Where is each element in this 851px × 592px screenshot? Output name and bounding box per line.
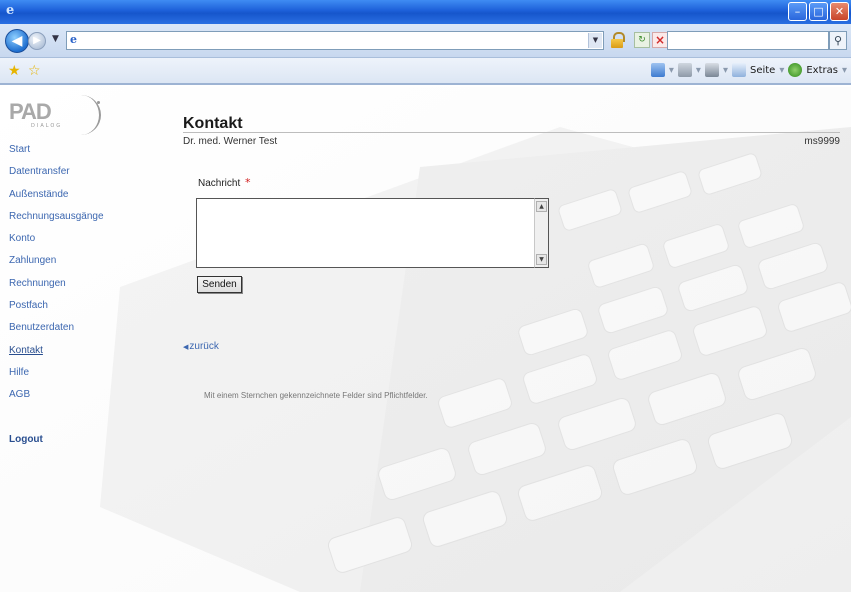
sidebar-item-konto[interactable]: Konto [9, 231, 104, 253]
logo-text: PAD [9, 99, 52, 124]
tools-menu-button[interactable]: Extras [806, 65, 838, 76]
refresh-icon[interactable]: ↻ [634, 32, 650, 48]
page-favicon-icon: e [70, 33, 77, 46]
sidebar-item-zahlungen[interactable]: Zahlungen [9, 253, 104, 275]
sidebar-item-benutzerdaten[interactable]: Benutzerdaten [9, 320, 104, 342]
feeds-icon[interactable] [677, 63, 692, 77]
home-dropdown-icon[interactable]: ▾ [669, 65, 674, 76]
page-menu-icon [731, 63, 746, 77]
home-icon[interactable] [650, 63, 665, 77]
lock-icon[interactable] [610, 32, 626, 48]
scroll-down-icon[interactable]: ▼ [536, 254, 547, 265]
window-titlebar: e – □ ✕ [0, 0, 851, 24]
pad-dialog-logo[interactable]: PAD DIALOG [9, 95, 109, 139]
feeds-dropdown-icon[interactable]: ▾ [696, 65, 701, 76]
message-textarea[interactable] [196, 198, 549, 268]
message-scrollbar[interactable]: ▲ ▼ [534, 198, 549, 268]
logo-dot-icon [97, 101, 100, 104]
message-label: Nachricht [198, 178, 241, 189]
print-icon[interactable] [704, 63, 719, 77]
tools-gear-icon [788, 63, 803, 77]
minimize-icon[interactable]: – [788, 2, 807, 21]
user-id: ms9999 [804, 136, 840, 147]
address-dropdown-icon[interactable]: ▼ [588, 33, 602, 48]
sidebar-item-hilfe[interactable]: Hilfe [9, 365, 104, 387]
sidebar-item-kontakt[interactable]: Kontakt [9, 343, 104, 365]
sidebar-item-start[interactable]: Start [9, 142, 104, 164]
required-fields-note: Mit einem Sternchen gekennzeichnete Feld… [204, 391, 428, 400]
ie-logo-icon: e [6, 3, 15, 18]
doctor-name: Dr. med. Werner Test [183, 136, 278, 147]
back-arrow-icon: ◀ [183, 344, 189, 351]
history-dropdown-icon[interactable]: ▼ [52, 34, 59, 44]
command-bar: ★ ☆ ▾ ▾ ▾ Seite ▾ Extras ▾ [0, 58, 851, 85]
page-menu-button[interactable]: Seite [750, 65, 775, 76]
logo-subtext: DIALOG [31, 123, 63, 129]
search-icon[interactable]: ⚲ [829, 31, 847, 50]
back-icon[interactable]: ◀ [5, 29, 29, 53]
search-input[interactable] [667, 31, 829, 50]
sidebar-item-postfach[interactable]: Postfach [9, 298, 104, 320]
stop-icon[interactable]: × [652, 32, 668, 48]
add-favorites-icon[interactable]: ☆ [28, 63, 41, 79]
maximize-icon[interactable]: □ [809, 2, 828, 21]
sidebar-item-rechnungen[interactable]: Rechnungen [9, 276, 104, 298]
command-items: ▾ ▾ ▾ Seite ▾ Extras ▾ [650, 63, 847, 77]
title-divider [183, 132, 840, 133]
sidebar-item-agb[interactable]: AGB [9, 387, 104, 409]
print-dropdown-icon[interactable]: ▾ [723, 65, 728, 76]
address-toolbar: ◀ ▶ ▼ e ▼ ↻ × ⚲ [0, 24, 851, 58]
back-link[interactable]: ◀zurück [183, 341, 219, 352]
window-controls: – □ ✕ [788, 2, 849, 21]
keyboard-background-image [0, 87, 851, 592]
sidebar-item-aussenstaende[interactable]: Außenstände [9, 187, 104, 209]
back-link-label: zurück [189, 341, 219, 352]
sidebar-nav: Start Datentransfer Außenstände Rechnung… [9, 142, 104, 445]
page-dropdown-icon[interactable]: ▾ [779, 65, 784, 76]
logout-link[interactable]: Logout [9, 432, 43, 454]
send-button[interactable]: Senden [197, 276, 242, 293]
tools-dropdown-icon[interactable]: ▾ [842, 65, 847, 76]
favorites-star-icon[interactable]: ★ [8, 63, 21, 79]
web-page: PAD DIALOG Start Datentransfer Außenstän… [0, 87, 851, 592]
close-icon[interactable]: ✕ [830, 2, 849, 21]
required-marker: * [245, 176, 251, 189]
sidebar-item-rechnungsausgaenge[interactable]: Rechnungsausgänge [9, 209, 104, 231]
forward-icon[interactable]: ▶ [28, 32, 46, 50]
scroll-up-icon[interactable]: ▲ [536, 201, 547, 212]
sidebar-item-datentransfer[interactable]: Datentransfer [9, 164, 104, 186]
page-title: Kontakt [183, 115, 243, 132]
address-bar[interactable]: e ▼ [66, 31, 604, 50]
